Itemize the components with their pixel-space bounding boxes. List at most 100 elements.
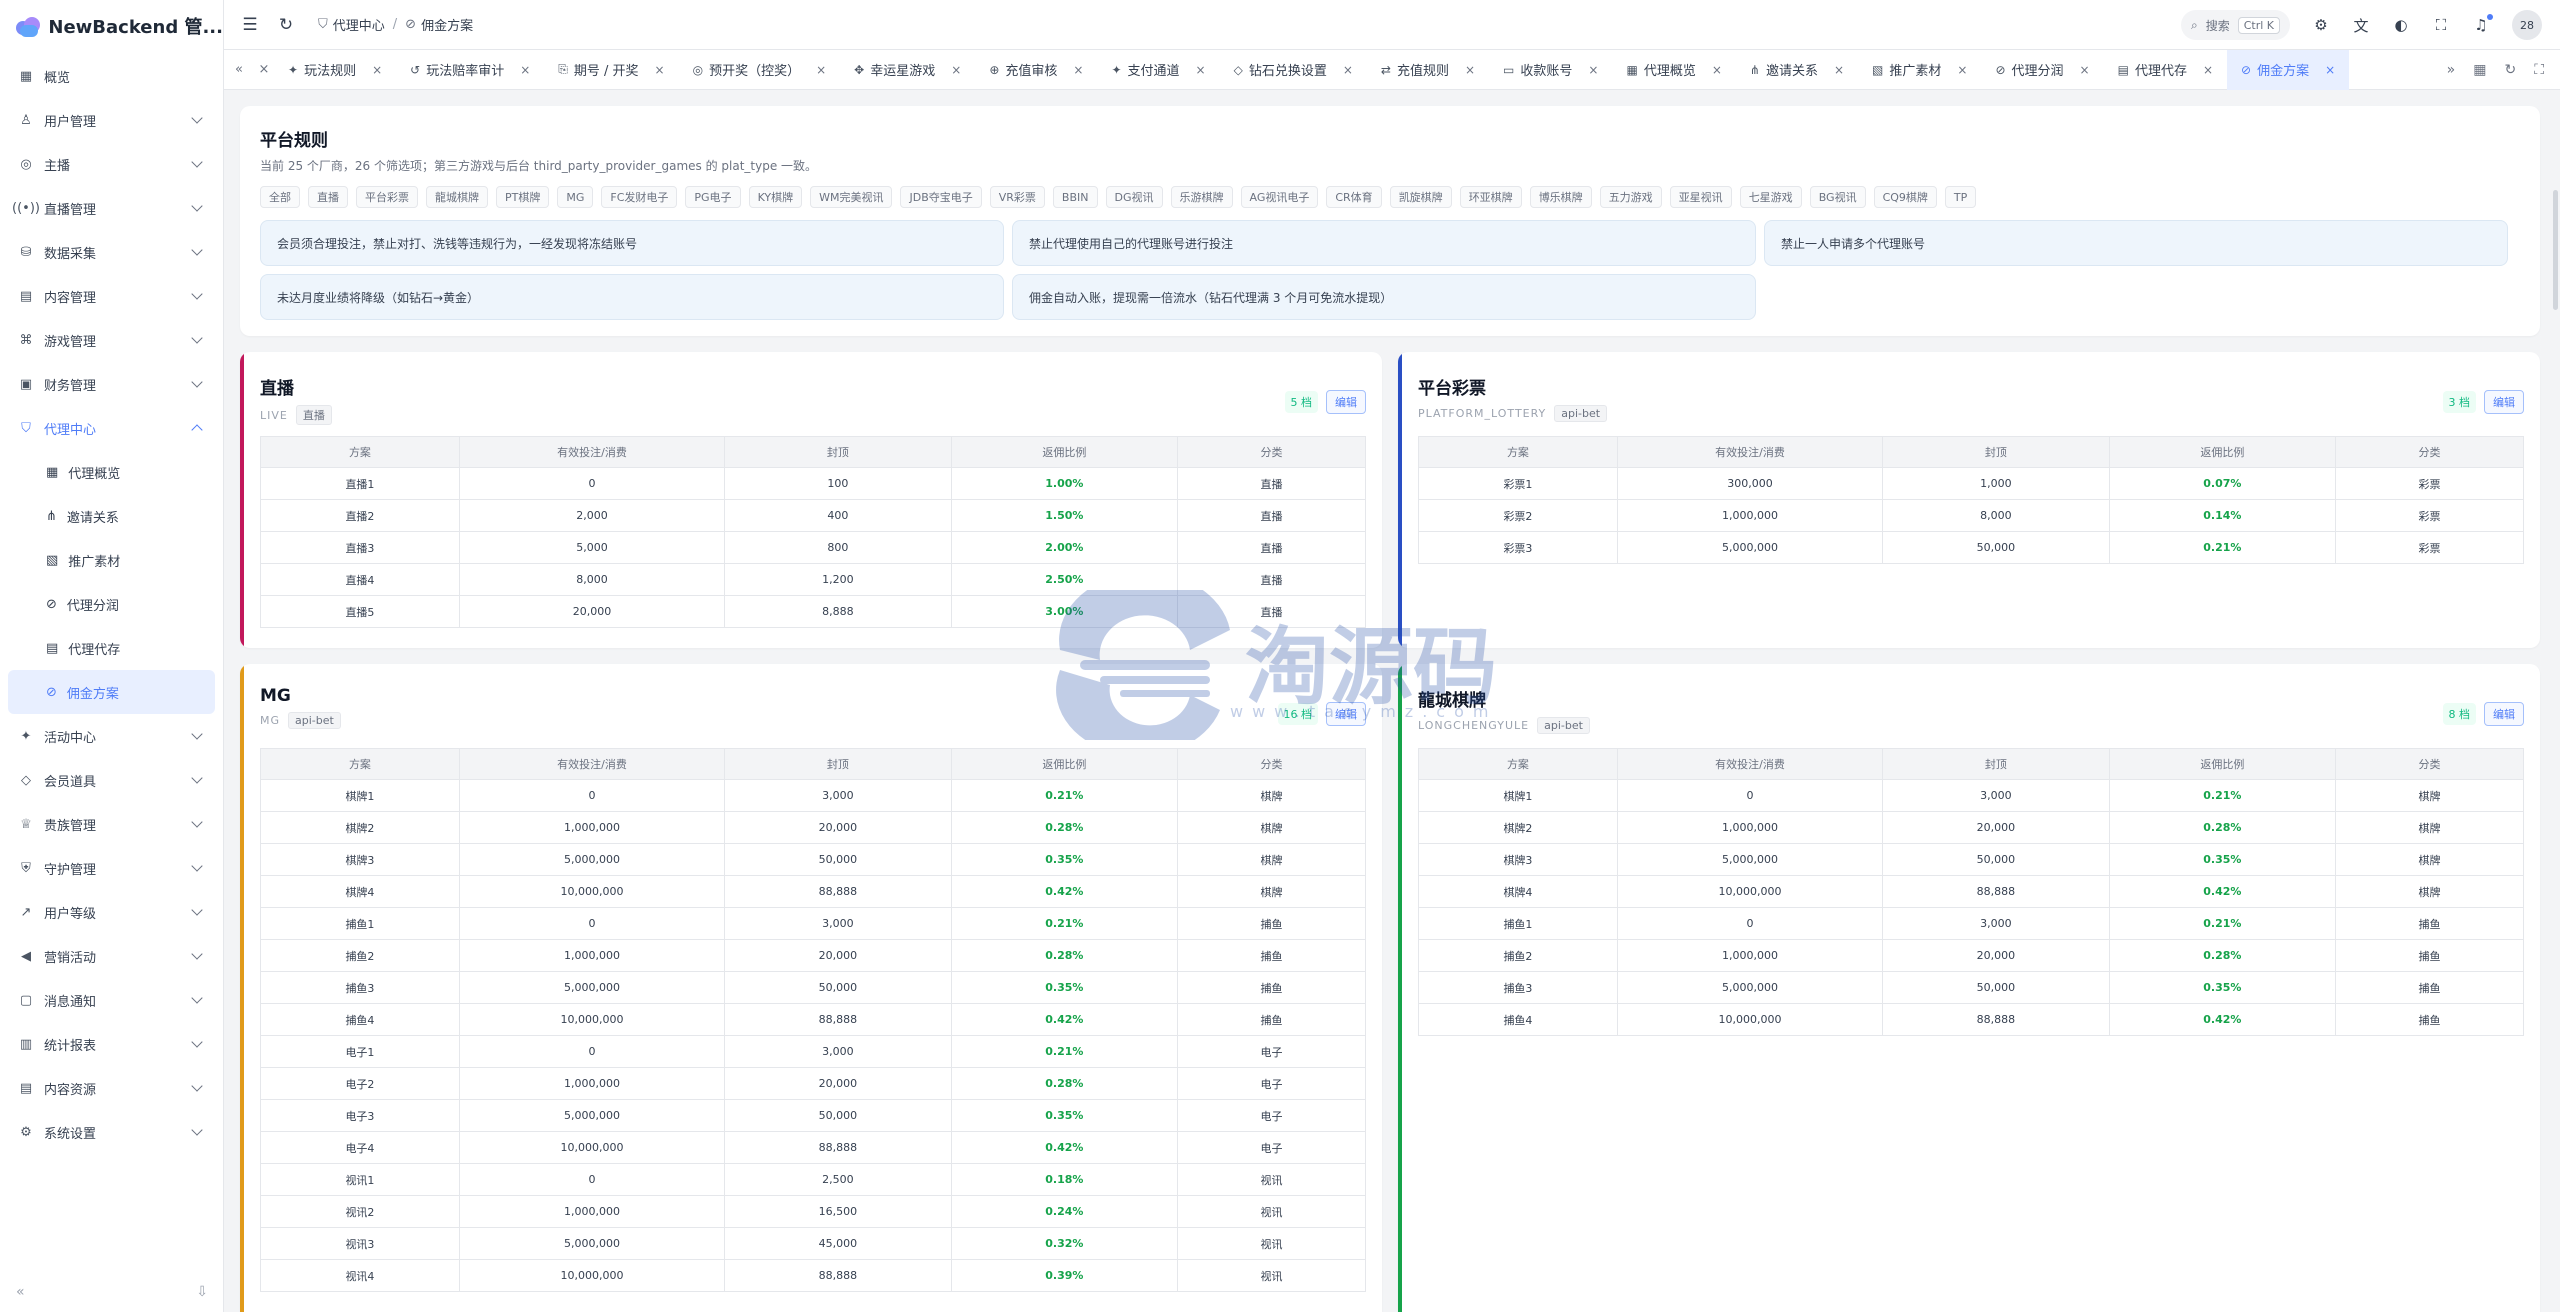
sidebar-item-finance[interactable]: ▣ 财务管理 [8, 362, 215, 406]
provider-chip[interactable]: PG电子 [685, 186, 741, 208]
page-scrollbar[interactable] [2553, 190, 2558, 310]
close-icon[interactable]: × [816, 63, 826, 77]
sidebar-item-marketing[interactable]: ◀ 营销活动 [8, 934, 215, 978]
close-icon[interactable]: × [1196, 63, 1206, 77]
theme-icon[interactable]: ◐ [2392, 16, 2410, 34]
sidebar-item-settings[interactable]: ⚙ 系统设置 [8, 1110, 215, 1154]
tab-item[interactable]: ↺ 玩法赔率审计 × [396, 50, 544, 90]
fullscreen-icon[interactable]: ⛶ [2432, 16, 2450, 34]
provider-chip[interactable]: CQ9棋牌 [1873, 186, 1937, 208]
close-icon[interactable]: × [1465, 63, 1475, 77]
provider-chip[interactable]: 亚星视讯 [1669, 186, 1732, 208]
provider-chip[interactable]: BBIN [1052, 186, 1098, 208]
sidebar-subitem[interactable]: ⊘ 佣金方案 [8, 670, 215, 714]
close-icon[interactable]: × [520, 63, 530, 77]
provider-chip[interactable]: PT棋牌 [496, 186, 550, 208]
brand[interactable]: NewBackend 管... [0, 0, 223, 52]
sidebar-item-activity[interactable]: ✦ 活动中心 [8, 714, 215, 758]
close-icon[interactable]: × [372, 63, 382, 77]
provider-chip[interactable]: 龍城棋牌 [426, 186, 488, 208]
provider-chip[interactable]: 凯旋棋牌 [1389, 186, 1452, 208]
sidebar-item-guard[interactable]: ⛨ 守护管理 [8, 846, 215, 890]
provider-chip[interactable]: 七星游戏 [1739, 186, 1802, 208]
tab-item[interactable]: ▧ 推广素材 × [1858, 50, 1981, 90]
provider-chip[interactable]: AG视讯电子 [1240, 186, 1319, 208]
provider-chip[interactable]: WM完美视讯 [810, 186, 893, 208]
provider-chip[interactable]: 环亚棋牌 [1459, 186, 1522, 208]
edit-button[interactable]: 编辑 [2484, 702, 2524, 726]
sidebar-item-props[interactable]: ◇ 会员道具 [8, 758, 215, 802]
tab-item[interactable]: ✦ 支付通道 × [1097, 50, 1219, 90]
sidebar-item-messages[interactable]: ▢ 消息通知 [8, 978, 215, 1022]
sidebar-item-nobility[interactable]: ♕ 贵族管理 [8, 802, 215, 846]
provider-chip[interactable]: BG视讯 [1809, 186, 1866, 208]
breadcrumb-item-agent-center[interactable]: ⛉ 代理中心 [318, 15, 385, 34]
pin-icon[interactable]: ⇩ [196, 1284, 208, 1300]
tab-item[interactable]: ▤ 代理代存 × [2104, 50, 2227, 90]
tab-item[interactable]: ✥ 幸运星游戏 × [840, 50, 975, 90]
provider-chip[interactable]: 全部 [260, 186, 300, 208]
provider-chip[interactable]: 五力游戏 [1599, 186, 1662, 208]
provider-chip[interactable]: 博乐棋牌 [1529, 186, 1592, 208]
tab-item[interactable]: ⋔ 邀请关系 × [1736, 50, 1858, 90]
provider-chip[interactable]: TP [1944, 186, 1977, 208]
sidebar-subitem[interactable]: ▤ 代理代存 [8, 626, 215, 670]
sidebar-item-anchor[interactable]: ◎ 主播 [8, 142, 215, 186]
maximize-icon[interactable]: ⛶ [2534, 62, 2544, 78]
close-icon[interactable]: × [1588, 63, 1598, 77]
provider-chip[interactable]: FC发财电子 [601, 186, 678, 208]
sidebar-item-games[interactable]: ⌘ 游戏管理 [8, 318, 215, 362]
sidebar-item-live[interactable]: ((•)) 直播管理 [8, 186, 215, 230]
close-icon[interactable]: × [1957, 63, 1967, 77]
tab-close-icon[interactable]: × [254, 62, 274, 77]
provider-chip[interactable]: KY棋牌 [748, 186, 803, 208]
tabs-scroll-right-icon[interactable]: » [2447, 62, 2456, 78]
provider-chip[interactable]: JDB夺宝电子 [900, 186, 982, 208]
avatar[interactable]: 28 [2512, 10, 2542, 40]
sidebar-item-content[interactable]: ▤ 内容管理 [8, 274, 215, 318]
tab-item[interactable]: ▦ 代理概览 × [1612, 50, 1735, 90]
reload-tab-icon[interactable]: ↻ [2504, 62, 2516, 78]
sidebar-item-user-level[interactable]: ↗ 用户等级 [8, 890, 215, 934]
sidebar-subitem[interactable]: ▧ 推广素材 [8, 538, 215, 582]
breadcrumb-item-commission[interactable]: ⊘ 佣金方案 [405, 15, 473, 34]
tab-item[interactable]: ◇ 钻石兑换设置 × [1220, 50, 1367, 90]
sidebar-item-overview[interactable]: ▦ 概览 [8, 54, 215, 98]
close-icon[interactable]: × [2325, 63, 2335, 77]
provider-chip[interactable]: CR体育 [1326, 186, 1382, 208]
close-icon[interactable]: × [1834, 63, 1844, 77]
close-icon[interactable]: × [1343, 63, 1353, 77]
edit-button[interactable]: 编辑 [1326, 702, 1366, 726]
close-icon[interactable]: × [951, 63, 961, 77]
language-icon[interactable]: 文 [2352, 15, 2370, 36]
tab-item[interactable]: ⊕ 充值审核 × [975, 50, 1097, 90]
notification-bell-icon[interactable]: ♫ [2472, 14, 2493, 34]
close-icon[interactable]: × [1712, 63, 1722, 77]
provider-chip[interactable]: 平台彩票 [356, 186, 418, 208]
edit-button[interactable]: 编辑 [2484, 390, 2524, 414]
tab-item[interactable]: ⎘ 期号 / 开奖 × [544, 50, 678, 90]
sidebar-item-agent-center[interactable]: ⛉ 代理中心 [8, 406, 215, 450]
provider-chip[interactable]: 直播 [308, 186, 348, 208]
global-search[interactable]: ⌕ 搜索 Ctrl K [2180, 10, 2290, 40]
provider-chip[interactable]: 乐游棋牌 [1170, 186, 1233, 208]
provider-chip[interactable]: MG [557, 186, 594, 208]
collapse-sidebar-icon[interactable]: « [16, 1284, 25, 1300]
close-icon[interactable]: × [2203, 63, 2213, 77]
sidebar-item-data-collect[interactable]: ⛁ 数据采集 [8, 230, 215, 274]
tab-item[interactable]: ▭ 收款账号 × [1489, 50, 1612, 90]
menu-toggle-icon[interactable]: ☰ [240, 15, 260, 35]
sidebar-subitem[interactable]: ⋔ 邀请关系 [8, 494, 215, 538]
tab-item[interactable]: ✦ 玩法规则 × [274, 50, 396, 90]
close-icon[interactable]: × [2080, 63, 2090, 77]
provider-chip[interactable]: DG视讯 [1105, 186, 1163, 208]
tab-item[interactable]: ⊘ 佣金方案 × [2227, 49, 2350, 90]
sidebar-item-users[interactable]: ♙ 用户管理 [8, 98, 215, 142]
tabs-scroll-left-icon[interactable]: « [224, 62, 254, 77]
sidebar-item-resources[interactable]: ▤ 内容资源 [8, 1066, 215, 1110]
close-icon[interactable]: × [1073, 63, 1083, 77]
refresh-icon[interactable]: ↻ [276, 15, 296, 35]
tab-item[interactable]: ⊘ 代理分润 × [1981, 50, 2103, 90]
tab-item[interactable]: ⇄ 充值规则 × [1367, 50, 1489, 90]
settings-icon[interactable]: ⚙ [2312, 16, 2330, 34]
